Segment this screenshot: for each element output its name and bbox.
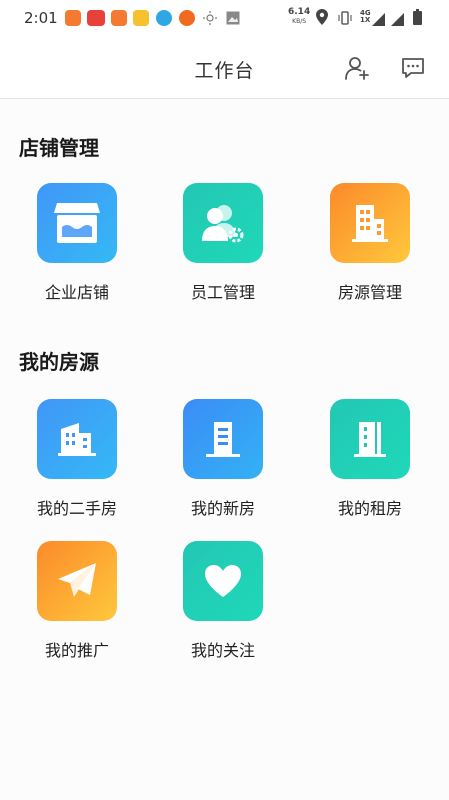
image-icon: [226, 10, 240, 29]
tile-label: 我的推广: [44, 641, 109, 660]
tile-icon-bg: [183, 541, 263, 621]
battery-icon: [413, 9, 422, 29]
page-title: 工作台: [194, 60, 255, 82]
tile-my-follows[interactable]: 我的关注: [168, 541, 278, 681]
tile-listing-management[interactable]: 房源管理: [315, 183, 425, 323]
tile-label: 房源管理: [337, 283, 402, 302]
qq-notification-icon: [156, 10, 172, 26]
messages-button[interactable]: [399, 54, 427, 82]
tile-label: 我的租房: [337, 499, 402, 518]
tile-icon-bg: [183, 183, 263, 263]
status-bar: 2:01 6.14 KB/S 4G 1X: [0, 0, 449, 36]
tile-icon-bg: [330, 183, 410, 263]
add-user-button[interactable]: [343, 54, 371, 82]
tile-icon-bg: [37, 183, 117, 263]
tile-label: 企业店铺: [44, 283, 109, 302]
app-notification-icon: [111, 10, 127, 26]
tile-my-new-house[interactable]: 我的新房: [168, 399, 278, 539]
sim-label: 1X: [360, 16, 371, 24]
building-icon: [352, 205, 388, 242]
tile-my-secondhand[interactable]: 我的二手房: [22, 399, 132, 539]
new-building-icon: [206, 422, 240, 457]
tile-icon-bg: [330, 399, 410, 479]
store-icon: [54, 203, 100, 243]
tile-label: 我的新房: [190, 499, 255, 518]
tile-icon-bg: [37, 541, 117, 621]
tile-label: 我的关注: [190, 641, 255, 660]
message-icon: [402, 58, 424, 78]
net-speed-unit: KB/S: [292, 18, 307, 25]
toutiao-notification-icon: [87, 10, 105, 26]
section-title-store: 店铺管理: [19, 136, 99, 160]
heart-icon: [205, 565, 241, 597]
brightness-icon: [202, 10, 218, 30]
network-type: 4G 1X: [360, 10, 371, 24]
secondhand-building-icon: [58, 423, 96, 456]
tile-icon-bg: [37, 399, 117, 479]
tile-staff-management[interactable]: 员工管理: [168, 183, 278, 323]
vibrate-icon: [337, 10, 353, 29]
net-speed: 6.14 KB/S: [288, 8, 310, 26]
tile-label: 员工管理: [190, 283, 255, 302]
location-icon: [316, 9, 328, 29]
app-notification-icon: [65, 10, 81, 26]
tile-icon-bg: [183, 399, 263, 479]
rental-building-icon: [354, 422, 386, 457]
app-header: 工作台: [0, 36, 449, 99]
signal-icon: [372, 11, 385, 30]
tile-my-promotion[interactable]: 我的推广: [22, 541, 132, 681]
tile-enterprise-store[interactable]: 企业店铺: [22, 183, 132, 323]
tile-label: 我的二手房: [36, 499, 117, 518]
taobao-notification-icon: [179, 10, 195, 26]
paper-plane-icon: [58, 563, 96, 597]
signal-icon: [391, 11, 404, 30]
status-time: 2:01: [24, 9, 58, 27]
section-title-my-listings: 我的房源: [19, 350, 99, 374]
staff-icon: [202, 205, 244, 243]
weibo-notification-icon: [133, 10, 149, 26]
add-user-icon: [345, 57, 369, 80]
tile-my-rental[interactable]: 我的租房: [315, 399, 425, 539]
net-speed-value: 6.14: [288, 7, 311, 17]
